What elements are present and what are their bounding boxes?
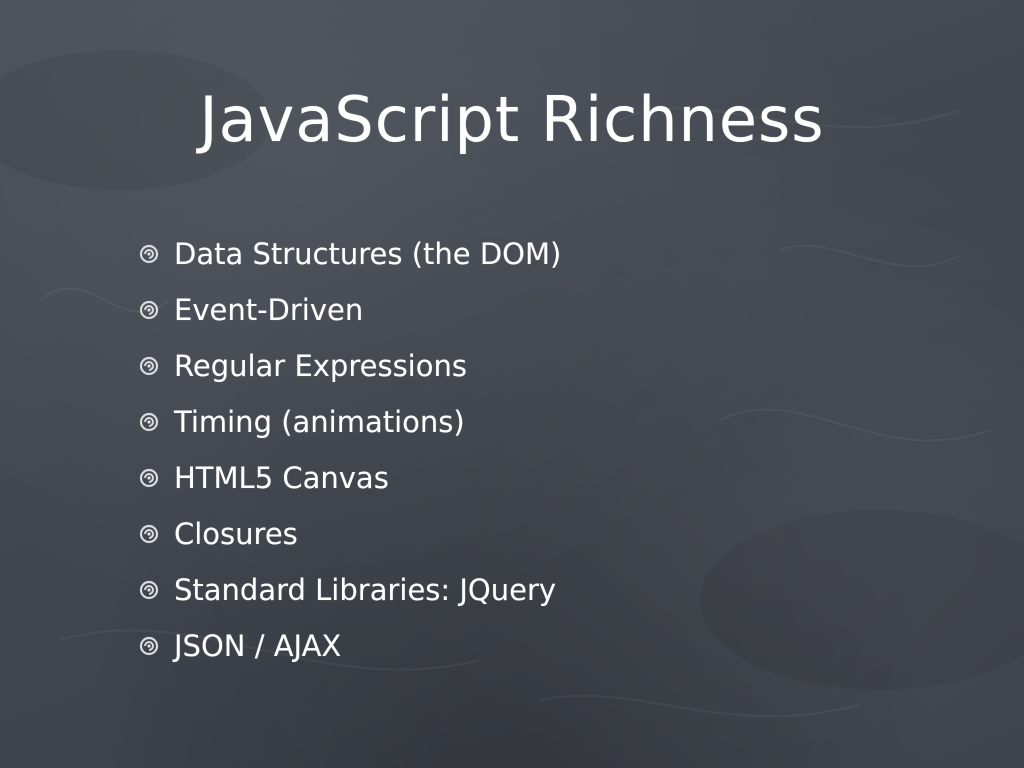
spiral-bullet-icon: [139, 468, 159, 488]
list-item: Closures: [138, 506, 561, 562]
list-item: Event-Driven: [138, 282, 561, 338]
spiral-bullet-icon: [139, 412, 159, 432]
spiral-bullet-icon: [139, 636, 159, 656]
spiral-bullet-icon: [139, 524, 159, 544]
spiral-bullet-icon: [139, 244, 159, 264]
bullet-text: JSON / AJAX: [174, 629, 342, 663]
bullet-text: HTML5 Canvas: [174, 461, 389, 495]
slide-title: JavaScript Richness: [199, 83, 825, 156]
list-item: Regular Expressions: [138, 338, 561, 394]
list-item: Timing (animations): [138, 394, 561, 450]
bullet-text: Regular Expressions: [174, 349, 467, 383]
bullet-text: Closures: [174, 517, 298, 551]
spiral-bullet-icon: [139, 300, 159, 320]
bullet-text: Timing (animations): [174, 405, 465, 439]
list-item: HTML5 Canvas: [138, 450, 561, 506]
list-item: JSON / AJAX: [138, 618, 561, 674]
spiral-bullet-icon: [139, 580, 159, 600]
bullet-text: Standard Libraries: JQuery: [174, 573, 557, 607]
list-item: Data Structures (the DOM): [138, 226, 561, 282]
bullet-text: Event-Driven: [174, 293, 364, 327]
bullet-text: Data Structures (the DOM): [174, 237, 562, 271]
list-item: Standard Libraries: JQuery: [138, 562, 561, 618]
spiral-bullet-icon: [139, 356, 159, 376]
bullet-list: Data Structures (the DOM) Event-Driven R…: [138, 226, 561, 674]
slide: JavaScript Richness Data Structures (the…: [0, 0, 1024, 768]
